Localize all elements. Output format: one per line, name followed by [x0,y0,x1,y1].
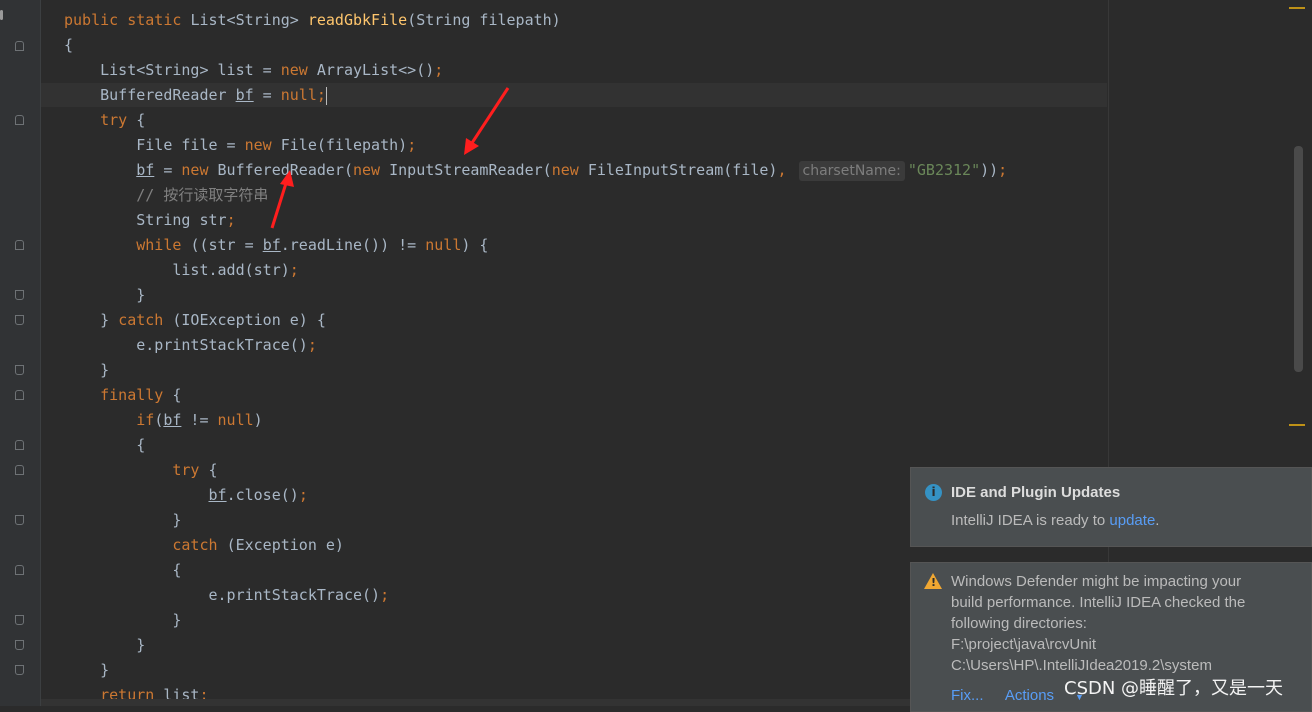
arrow-1 [464,87,510,155]
arrow-2 [270,170,294,229]
update-link[interactable]: update [1109,512,1155,529]
notification-title: IDE and Plugin Updates [951,484,1121,501]
watermark: CSDN @睡醒了，又是一天 [1064,678,1284,699]
notification-body: IntelliJ IDEA is ready to update. [951,512,1160,529]
update-notification[interactable]: i IDE and Plugin Updates IntelliJ IDEA i… [910,467,1312,547]
directory-path: F:\project\java\rcvUnit [951,636,1097,653]
warning-stripe[interactable] [1289,424,1305,426]
vertical-scrollbar[interactable] [1294,146,1303,372]
fix-link[interactable]: Fix... [951,687,984,704]
directory-path: C:\Users\HP\.IntelliJIdea2019.2\system [951,657,1212,674]
warning-stripe[interactable] [1289,7,1305,9]
info-icon: i [925,484,942,501]
notification-body: Windows Defender might be impacting your… [951,573,1246,674]
